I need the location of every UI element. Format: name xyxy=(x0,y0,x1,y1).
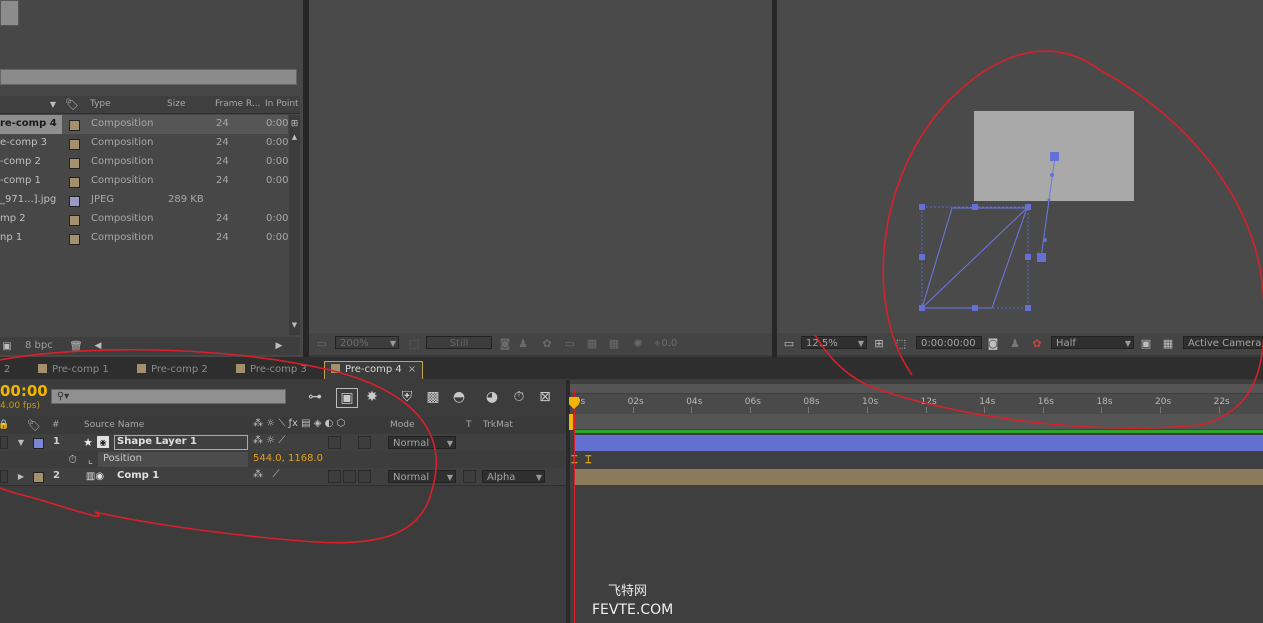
annotation-circle-viewer xyxy=(814,50,1263,429)
annotation-overlay xyxy=(0,50,1263,544)
annotation-circle-layers xyxy=(0,348,437,544)
